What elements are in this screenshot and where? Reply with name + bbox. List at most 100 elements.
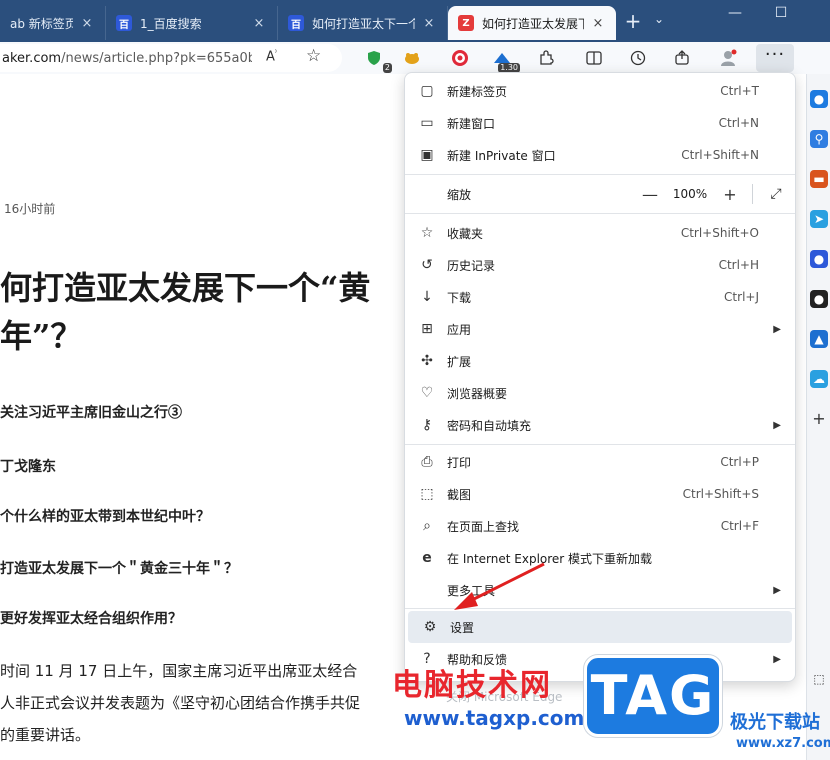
history-icon[interactable] [626,47,650,69]
cloud-icon[interactable]: ☁ [810,370,828,388]
bell-icon[interactable]: ● [810,90,828,108]
address-url[interactable]: aker.com/news/article.php?pk=655a0b... [2,51,252,66]
tab-close-icon[interactable]: × [421,16,437,31]
apps-icon: ⊞ [421,321,433,337]
tab-close-icon[interactable]: × [590,16,606,31]
share-icon[interactable] [670,47,694,69]
fullscreen-icon[interactable]: ⤢ [761,186,791,202]
tab-article-active[interactable]: Z 如何打造亚太发展下 × [448,6,616,40]
paragraph-line: 时间 11 月 17 日上午，国家主席习近平出席亚太经合 [0,662,358,680]
zoom-level: 100% [672,187,708,201]
subhead: 个什么样的亚太带到本世纪中叶？ [0,509,210,525]
menu-item-new-tab[interactable]: ▢ 新建标签页 Ctrl+T [405,75,795,107]
address-bar[interactable]: aker.com/news/article.php?pk=655a0b... A… [0,44,342,72]
new-window-icon: ▭ [420,115,434,131]
zoom-in-button[interactable]: + [716,185,744,204]
menu-item-screenshot[interactable]: ⬚ 截图 Ctrl+Shift+S [405,478,795,510]
zoom-out-button[interactable]: — [636,185,664,204]
menu-item-new-window[interactable]: ▭ 新建窗口 Ctrl+N [405,107,795,139]
tab-close-icon[interactable]: × [251,16,267,31]
baidu-favicon-icon: 百 [288,15,304,31]
minimize-button[interactable]: — [720,2,750,26]
animal-extension-icon[interactable] [400,47,424,69]
menu-item-passwords[interactable]: ⚷ 密码和自动填充 ▶ [405,409,795,441]
tab-title: 如何打造亚太下一个 [312,16,415,31]
paper-plane-icon[interactable]: ➤ [810,210,828,228]
maximize-button[interactable]: ☐ [766,2,796,26]
tab-title: 1_百度搜索 [140,16,202,31]
qq-icon[interactable]: ● [810,290,828,308]
tab-list-button[interactable]: ⌄ [650,12,668,32]
tab-title: 如何打造亚太发展下 [482,16,584,31]
zoom-controls: — 100% + ⤢ [636,178,795,210]
menu-item-apps[interactable]: ⊞ 应用 ▶ [405,313,795,345]
profile-avatar-icon[interactable] [716,47,740,69]
find-icon: ⌕ [423,518,431,534]
favorite-star-icon[interactable]: ☆ [306,46,321,66]
paragraph-line: 的重要讲话。 [0,726,91,744]
shield-extension-icon[interactable]: 2 [362,47,392,73]
gear-icon: ⚙ [423,619,437,635]
tab-baidu-search[interactable]: 百 1_百度搜索 × [106,6,278,40]
menu-item-extensions[interactable]: ✣ 扩展 [405,345,795,377]
subhead: 关注习近平主席旧金山之行③ [0,405,182,421]
watermark-site-name: 极光下载站 [730,712,820,733]
tab-close-icon[interactable]: × [79,16,95,31]
paragraph-line: 人非正式会议并发表题为《坚守初心团结合作携手共促 [0,694,361,712]
favorites-icon: ☆ [420,225,434,241]
extensions-icon: ✣ [421,353,433,369]
menu-item-print[interactable]: ⎙ 打印 Ctrl+P [405,446,795,478]
menu-item-browser-essentials[interactable]: ♡ 浏览器概要 [405,377,795,409]
toolbox-icon[interactable]: ▬ [810,170,828,188]
submenu-arrow-icon: ▶ [773,584,781,596]
menu-separator [405,174,795,175]
menu-item-find[interactable]: ⌕ 在页面上查找 Ctrl+F [405,510,795,542]
baidu-favicon-icon: 百 [116,15,132,31]
search-icon[interactable]: ⚲ [810,130,828,148]
new-tab-icon: ▢ [420,83,434,99]
article-title: 何打造亚太发展下一个“黄 年”？ [0,269,371,355]
ai-icon[interactable]: ▲ [810,330,828,348]
key-icon: ⚷ [421,417,433,433]
article-time: 16小时前 [4,202,56,216]
split-screen-icon[interactable] [582,47,606,69]
screen-extension-icon[interactable]: 1.30 [490,47,520,73]
menu-item-favorites[interactable]: ☆ 收藏夹 Ctrl+Shift+O [405,217,795,249]
baidu-icon[interactable]: ● [810,250,828,268]
menu-item-new-inprivate[interactable]: ▣ 新建 InPrivate 窗口 Ctrl+Shift+N [405,139,795,171]
history-icon: ↺ [421,257,433,273]
screenshot-icon: ⬚ [420,486,434,502]
tab-new-tab[interactable]: ab 新标签页 × [0,6,106,40]
tab-title: ab 新标签页 [10,16,73,31]
screenshot-icon[interactable]: ⬚ [810,670,828,688]
download-icon: ↓ [421,289,433,305]
shield-badge: 2 [382,63,392,73]
print-icon: ⎙ [421,454,433,470]
submenu-arrow-icon: ▶ [773,653,781,665]
target-extension-icon[interactable] [448,47,472,69]
watermark-red-text: 电脑技术网 [392,668,552,703]
zaker-favicon-icon: Z [458,15,474,31]
submenu-arrow-icon: ▶ [773,419,781,431]
menu-item-history[interactable]: ↺ 历史记录 Ctrl+H [405,249,795,281]
submenu-arrow-icon: ▶ [773,323,781,335]
menu-item-downloads[interactable]: ↓ 下载 Ctrl+J [405,281,795,313]
menu-separator [405,444,795,445]
edge-sidebar: ● ⚲ ▬ ➤ ● ● ▲ ☁ + ⬚ [806,74,830,760]
watermark-url: www.tagxp.com [404,706,585,730]
ie-icon: e [422,550,432,566]
new-tab-button[interactable]: + [620,10,646,34]
inprivate-icon: ▣ [420,147,434,163]
extensions-icon[interactable] [534,47,558,69]
subhead: 更好发挥亚太经合组织作用？ [0,611,182,627]
settings-and-more-button[interactable]: ··· [756,44,794,72]
menu-item-zoom: 缩放 — 100% + ⤢ [405,178,795,210]
tab-bar: ab 新标签页 × 百 1_百度搜索 × 百 如何打造亚太下一个 × Z 如何打… [0,0,830,42]
subhead: 丁戈隆东 [0,459,56,475]
read-aloud-icon[interactable]: A⁾ [266,48,277,64]
toolbar: aker.com/news/article.php?pk=655a0b... A… [0,42,830,74]
tab-article-1[interactable]: 百 如何打造亚太下一个 × [278,6,448,40]
browser-essentials-icon: ♡ [420,385,434,401]
subhead: 打造亚太发展下一个＂黄金三十年＂？ [0,561,238,577]
add-icon[interactable]: + [810,410,828,428]
